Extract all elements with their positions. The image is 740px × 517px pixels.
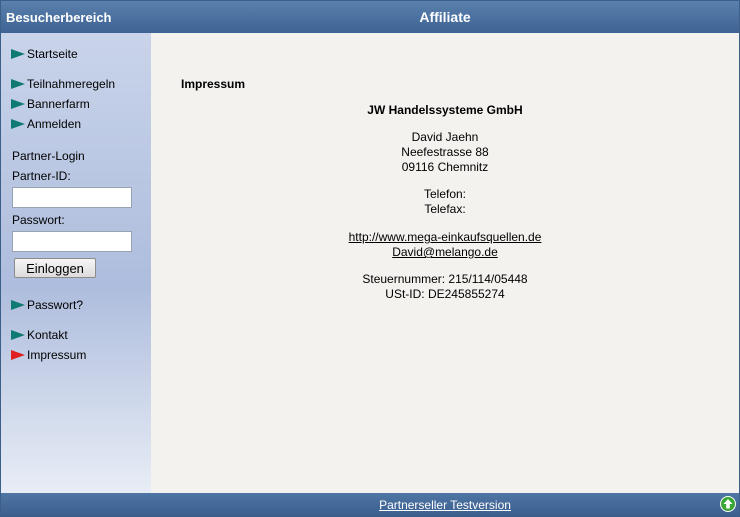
login-button[interactable]: Einloggen [14,258,96,278]
top-bar: Besucherbereich Affiliate [1,1,739,33]
address-block: David Jaehn Neefestrasse 88 09116 Chemni… [151,130,739,175]
sidebar-item-label: Bannerfarm [27,97,90,111]
flag-icon [11,99,25,109]
phone-label: Telefon: [423,187,467,201]
flag-icon [11,330,25,340]
address-name: David Jaehn [411,130,479,144]
flag-icon [11,119,25,129]
tax-number: Steuernummer: 215/114/05448 [362,272,528,286]
tax-block: Steuernummer: 215/114/05448 USt-ID: DE24… [151,272,739,302]
password-input[interactable] [12,231,132,252]
sidebar-item-impressum[interactable]: Impressum [11,347,86,363]
flag-icon [11,79,25,89]
company-name: JW Handelssysteme GmbH [367,103,523,117]
contact-block: Telefon: Telefax: [151,187,739,217]
sidebar: Startseite Teilnahmeregeln Bannerfarm An… [1,33,151,493]
partner-id-label: Partner-ID: [12,169,71,183]
website-link[interactable]: http://www.mega-einkaufsquellen.de [349,230,542,244]
partner-id-input[interactable] [12,187,132,208]
partnerseller-link[interactable]: Partnerseller Testversion [151,498,739,512]
footer-bar: Partnerseller Testversion [1,493,739,516]
main-content: Impressum JW Handelssysteme GmbH David J… [151,33,739,493]
arrow-up-icon[interactable] [720,496,736,512]
sidebar-item-label: Anmelden [27,117,82,131]
sidebar-item-passwort[interactable]: Passwort? [11,297,83,313]
links-block: http://www.mega-einkaufsquellen.de David… [151,230,739,260]
vat-id: USt-ID: DE245855274 [385,287,505,301]
address-street: Neefestrasse 88 [401,145,489,159]
sidebar-item-anmelden[interactable]: Anmelden [11,116,81,132]
sidebar-item-startseite[interactable]: Startseite [11,46,78,62]
sidebar-item-kontakt[interactable]: Kontakt [11,327,68,343]
sidebar-item-label: Impressum [27,348,87,362]
partner-login-title: Partner-Login [12,149,85,163]
page-title: Affiliate [419,9,471,25]
sidebar-item-label: Kontakt [27,328,68,342]
visitor-area-title: Besucherbereich [6,10,112,25]
sidebar-item-teilnahmeregeln[interactable]: Teilnahmeregeln [11,76,115,92]
sidebar-item-label: Teilnahmeregeln [27,77,116,91]
app-frame: Besucherbereich Affiliate Startseite Tei… [0,0,740,517]
fax-label: Telefax: [424,202,466,216]
flag-icon [11,49,25,59]
content-heading: Impressum [181,77,246,91]
password-label: Passwort: [12,213,65,227]
sidebar-item-label: Passwort? [27,298,84,312]
flag-active-icon [11,350,25,360]
sidebar-item-label: Startseite [27,47,78,61]
flag-icon [11,300,25,310]
sidebar-item-bannerfarm[interactable]: Bannerfarm [11,96,90,112]
email-link[interactable]: David@melango.de [392,245,498,259]
address-city: 09116 Chemnitz [401,160,489,174]
